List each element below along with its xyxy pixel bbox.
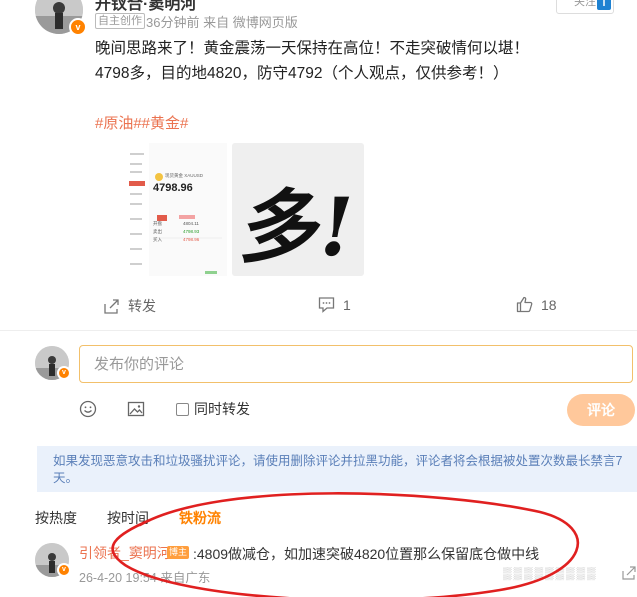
thumb-price: 4798.96: [153, 182, 193, 194]
thumb-row-2-label: 卖出: [153, 229, 162, 234]
post-line-2: 4798多，目的地4820，防守4792（个人观点，仅供参考！）: [95, 65, 509, 82]
hashtags[interactable]: #原油##黄金#: [95, 112, 188, 133]
commenter-name[interactable]: 引领者_窦明河: [79, 543, 171, 563]
share-icon: [104, 298, 119, 314]
comment-icon: [318, 297, 335, 313]
image-upload-icon[interactable]: [127, 400, 145, 423]
sort-tab-fans[interactable]: 铁粉流: [179, 508, 221, 528]
post-line-1: 晚间思路来了！黄金震荡一天保持在高位！不走突破情何以堪！: [95, 40, 530, 57]
section-divider: [0, 330, 637, 331]
comment-input-box[interactable]: [79, 345, 633, 383]
thumb-instrument: 现货黄金 XAUUSD: [165, 173, 204, 178]
calligraphy-text: 多!: [234, 180, 359, 274]
thumb-row-3-label: 买入: [153, 237, 162, 242]
comment-share-icon[interactable]: [621, 565, 637, 581]
comment-source: 来自广东: [160, 571, 211, 585]
comment-input[interactable]: [92, 346, 616, 382]
thumb-row-1-value: 4804.11: [183, 221, 199, 226]
calligraphy-image[interactable]: 多!: [232, 143, 364, 276]
submit-comment-button[interactable]: 评论: [567, 394, 635, 426]
comment-time: 26-4-20 19:54: [79, 571, 157, 585]
comment-text: :4809做减仓，如加速突破4820位置那么保留底仓做中线: [193, 546, 540, 562]
thumb-row-2-value: 4798.93: [183, 229, 200, 234]
thumbs-up-icon: [516, 296, 533, 313]
verified-badge-icon: v: [69, 18, 87, 36]
thumb-row-3-value: 4798.96: [183, 237, 200, 242]
like-count: 18: [541, 296, 557, 313]
moderation-notice: 如果发现恶意攻击和垃圾骚扰评论，请使用删除评论并拉黑功能，评论者将会根据被处置次…: [37, 446, 637, 492]
chart-screenshot-thumbnail[interactable]: 现货黄金 XAUUSD 4798.96 开盘 4804.11 卖出 4798.9…: [127, 143, 227, 276]
original-tag: 自主创作: [95, 13, 145, 29]
thumb-row-1-label: 开盘: [153, 221, 162, 226]
dropdown-icon[interactable]: [597, 0, 611, 10]
repost-label: 转发: [128, 298, 156, 314]
comment-actions-blurred: ▒▒▒▒▒▒▒▒▒: [503, 566, 598, 580]
sort-tab-time[interactable]: 按时间: [107, 508, 149, 528]
post-meta: 36分钟前 来自 微博网页版: [146, 12, 298, 31]
verified-badge-icon: v: [57, 366, 71, 380]
verified-badge-icon: v: [57, 563, 71, 577]
repost-action[interactable]: 转发: [103, 296, 156, 316]
post-time[interactable]: 36分钟前: [146, 15, 199, 30]
comment-count: 1: [343, 296, 351, 313]
repost-checkbox[interactable]: [176, 402, 189, 416]
author-badge: 博主: [167, 546, 190, 559]
comment-action[interactable]: 1: [318, 296, 351, 313]
sort-tab-hot[interactable]: 按热度: [35, 508, 77, 528]
emoji-icon[interactable]: [79, 400, 97, 423]
like-action[interactable]: 18: [516, 296, 557, 313]
repost-checkbox-label: 同时转发: [194, 401, 250, 417]
post-source: 来自 微博网页版: [203, 15, 298, 30]
comment-meta: 26-4-20 19:54 来自广东: [79, 567, 210, 586]
repost-checkbox-row[interactable]: 同时转发: [176, 399, 250, 419]
